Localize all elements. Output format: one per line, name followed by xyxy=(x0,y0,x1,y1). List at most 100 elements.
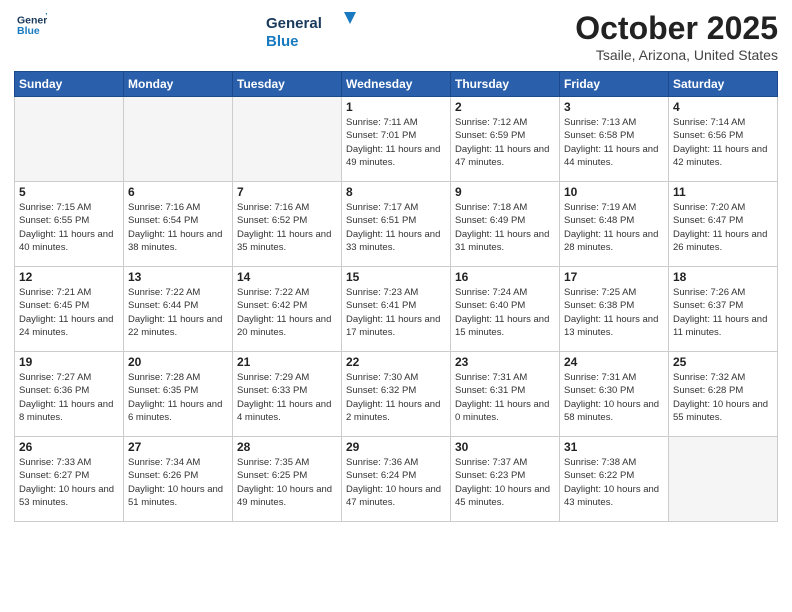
day-number: 25 xyxy=(673,355,773,369)
day-number: 27 xyxy=(128,440,228,454)
col-thursday: Thursday xyxy=(451,72,560,97)
col-tuesday: Tuesday xyxy=(233,72,342,97)
logo: General Blue xyxy=(14,10,47,45)
page: General Blue General Blue October 2025 T… xyxy=(0,0,792,612)
day-number: 22 xyxy=(346,355,446,369)
calendar-day: 19 Sunrise: 7:27 AM Sunset: 6:36 PM Dayl… xyxy=(15,352,124,437)
day-info: Sunrise: 7:13 AM Sunset: 6:58 PM Dayligh… xyxy=(564,116,664,169)
month-title: October 2025 xyxy=(575,10,778,47)
day-number: 31 xyxy=(564,440,664,454)
calendar-day: 22 Sunrise: 7:30 AM Sunset: 6:32 PM Dayl… xyxy=(342,352,451,437)
day-info: Sunrise: 7:37 AM Sunset: 6:23 PM Dayligh… xyxy=(455,456,555,509)
day-number: 23 xyxy=(455,355,555,369)
day-info: Sunrise: 7:16 AM Sunset: 6:54 PM Dayligh… xyxy=(128,201,228,254)
day-info: Sunrise: 7:32 AM Sunset: 6:28 PM Dayligh… xyxy=(673,371,773,424)
calendar-day: 4 Sunrise: 7:14 AM Sunset: 6:56 PM Dayli… xyxy=(669,97,778,182)
day-info: Sunrise: 7:14 AM Sunset: 6:56 PM Dayligh… xyxy=(673,116,773,169)
calendar-day: 6 Sunrise: 7:16 AM Sunset: 6:54 PM Dayli… xyxy=(124,182,233,267)
day-number: 21 xyxy=(237,355,337,369)
day-info: Sunrise: 7:31 AM Sunset: 6:31 PM Dayligh… xyxy=(455,371,555,424)
calendar-week-row: 12 Sunrise: 7:21 AM Sunset: 6:45 PM Dayl… xyxy=(15,267,778,352)
calendar-day xyxy=(124,97,233,182)
calendar-day: 2 Sunrise: 7:12 AM Sunset: 6:59 PM Dayli… xyxy=(451,97,560,182)
calendar-day xyxy=(15,97,124,182)
location: Tsaile, Arizona, United States xyxy=(575,47,778,63)
day-number: 11 xyxy=(673,185,773,199)
day-info: Sunrise: 7:24 AM Sunset: 6:40 PM Dayligh… xyxy=(455,286,555,339)
calendar-day: 21 Sunrise: 7:29 AM Sunset: 6:33 PM Dayl… xyxy=(233,352,342,437)
calendar-day: 27 Sunrise: 7:34 AM Sunset: 6:26 PM Dayl… xyxy=(124,437,233,522)
calendar-day: 7 Sunrise: 7:16 AM Sunset: 6:52 PM Dayli… xyxy=(233,182,342,267)
day-info: Sunrise: 7:22 AM Sunset: 6:42 PM Dayligh… xyxy=(237,286,337,339)
day-number: 2 xyxy=(455,100,555,114)
day-info: Sunrise: 7:21 AM Sunset: 6:45 PM Dayligh… xyxy=(19,286,119,339)
header: General Blue General Blue October 2025 T… xyxy=(14,10,778,63)
calendar-day: 16 Sunrise: 7:24 AM Sunset: 6:40 PM Dayl… xyxy=(451,267,560,352)
calendar-day: 18 Sunrise: 7:26 AM Sunset: 6:37 PM Dayl… xyxy=(669,267,778,352)
day-info: Sunrise: 7:26 AM Sunset: 6:37 PM Dayligh… xyxy=(673,286,773,339)
calendar-day: 28 Sunrise: 7:35 AM Sunset: 6:25 PM Dayl… xyxy=(233,437,342,522)
day-info: Sunrise: 7:19 AM Sunset: 6:48 PM Dayligh… xyxy=(564,201,664,254)
day-number: 29 xyxy=(346,440,446,454)
day-info: Sunrise: 7:23 AM Sunset: 6:41 PM Dayligh… xyxy=(346,286,446,339)
calendar-day: 26 Sunrise: 7:33 AM Sunset: 6:27 PM Dayl… xyxy=(15,437,124,522)
col-wednesday: Wednesday xyxy=(342,72,451,97)
day-info: Sunrise: 7:25 AM Sunset: 6:38 PM Dayligh… xyxy=(564,286,664,339)
calendar-day xyxy=(233,97,342,182)
day-number: 16 xyxy=(455,270,555,284)
day-info: Sunrise: 7:15 AM Sunset: 6:55 PM Dayligh… xyxy=(19,201,119,254)
day-info: Sunrise: 7:17 AM Sunset: 6:51 PM Dayligh… xyxy=(346,201,446,254)
day-number: 20 xyxy=(128,355,228,369)
day-info: Sunrise: 7:30 AM Sunset: 6:32 PM Dayligh… xyxy=(346,371,446,424)
day-number: 18 xyxy=(673,270,773,284)
day-info: Sunrise: 7:20 AM Sunset: 6:47 PM Dayligh… xyxy=(673,201,773,254)
calendar-day xyxy=(669,437,778,522)
col-monday: Monday xyxy=(124,72,233,97)
day-info: Sunrise: 7:38 AM Sunset: 6:22 PM Dayligh… xyxy=(564,456,664,509)
calendar-day: 30 Sunrise: 7:37 AM Sunset: 6:23 PM Dayl… xyxy=(451,437,560,522)
calendar-day: 15 Sunrise: 7:23 AM Sunset: 6:41 PM Dayl… xyxy=(342,267,451,352)
day-number: 14 xyxy=(237,270,337,284)
logo-text-area: General Blue xyxy=(266,10,356,52)
day-info: Sunrise: 7:34 AM Sunset: 6:26 PM Dayligh… xyxy=(128,456,228,509)
day-number: 19 xyxy=(19,355,119,369)
svg-text:General: General xyxy=(266,15,322,32)
calendar-day: 13 Sunrise: 7:22 AM Sunset: 6:44 PM Dayl… xyxy=(124,267,233,352)
calendar-day: 31 Sunrise: 7:38 AM Sunset: 6:22 PM Dayl… xyxy=(560,437,669,522)
day-number: 5 xyxy=(19,185,119,199)
day-info: Sunrise: 7:18 AM Sunset: 6:49 PM Dayligh… xyxy=(455,201,555,254)
day-info: Sunrise: 7:28 AM Sunset: 6:35 PM Dayligh… xyxy=(128,371,228,424)
day-number: 9 xyxy=(455,185,555,199)
calendar-day: 11 Sunrise: 7:20 AM Sunset: 6:47 PM Dayl… xyxy=(669,182,778,267)
calendar-day: 20 Sunrise: 7:28 AM Sunset: 6:35 PM Dayl… xyxy=(124,352,233,437)
day-info: Sunrise: 7:12 AM Sunset: 6:59 PM Dayligh… xyxy=(455,116,555,169)
day-info: Sunrise: 7:11 AM Sunset: 7:01 PM Dayligh… xyxy=(346,116,446,169)
day-info: Sunrise: 7:16 AM Sunset: 6:52 PM Dayligh… xyxy=(237,201,337,254)
day-number: 13 xyxy=(128,270,228,284)
day-number: 7 xyxy=(237,185,337,199)
calendar-day: 12 Sunrise: 7:21 AM Sunset: 6:45 PM Dayl… xyxy=(15,267,124,352)
day-number: 4 xyxy=(673,100,773,114)
day-number: 30 xyxy=(455,440,555,454)
day-number: 24 xyxy=(564,355,664,369)
svg-text:Blue: Blue xyxy=(266,33,299,50)
title-area: October 2025 Tsaile, Arizona, United Sta… xyxy=(575,10,778,63)
calendar-day: 23 Sunrise: 7:31 AM Sunset: 6:31 PM Dayl… xyxy=(451,352,560,437)
day-number: 17 xyxy=(564,270,664,284)
calendar-day: 5 Sunrise: 7:15 AM Sunset: 6:55 PM Dayli… xyxy=(15,182,124,267)
calendar-week-row: 26 Sunrise: 7:33 AM Sunset: 6:27 PM Dayl… xyxy=(15,437,778,522)
calendar-table: Sunday Monday Tuesday Wednesday Thursday… xyxy=(14,71,778,522)
logo-svg: General Blue xyxy=(266,10,356,52)
day-info: Sunrise: 7:35 AM Sunset: 6:25 PM Dayligh… xyxy=(237,456,337,509)
day-number: 6 xyxy=(128,185,228,199)
day-number: 1 xyxy=(346,100,446,114)
day-number: 3 xyxy=(564,100,664,114)
day-info: Sunrise: 7:31 AM Sunset: 6:30 PM Dayligh… xyxy=(564,371,664,424)
calendar-day: 14 Sunrise: 7:22 AM Sunset: 6:42 PM Dayl… xyxy=(233,267,342,352)
calendar-day: 9 Sunrise: 7:18 AM Sunset: 6:49 PM Dayli… xyxy=(451,182,560,267)
calendar-day: 25 Sunrise: 7:32 AM Sunset: 6:28 PM Dayl… xyxy=(669,352,778,437)
day-info: Sunrise: 7:29 AM Sunset: 6:33 PM Dayligh… xyxy=(237,371,337,424)
calendar-week-row: 19 Sunrise: 7:27 AM Sunset: 6:36 PM Dayl… xyxy=(15,352,778,437)
day-info: Sunrise: 7:36 AM Sunset: 6:24 PM Dayligh… xyxy=(346,456,446,509)
calendar-day: 29 Sunrise: 7:36 AM Sunset: 6:24 PM Dayl… xyxy=(342,437,451,522)
